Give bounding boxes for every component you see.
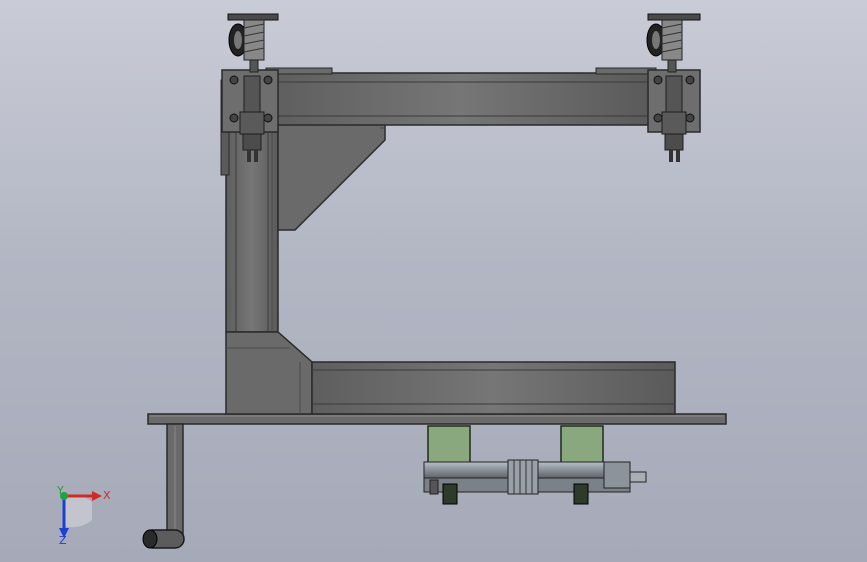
- base-plate: [147, 413, 727, 425]
- support-leg: [142, 423, 185, 549]
- right-toggle-clamp: [647, 69, 701, 162]
- orientation-triad: X Y Z: [56, 484, 111, 547]
- y-axis-label: Y: [56, 484, 64, 497]
- right-handwheel: [646, 13, 701, 73]
- cad-viewport[interactable]: X Y Z: [0, 0, 867, 562]
- pneumatic-cylinder: [423, 425, 647, 505]
- left-handwheel: [227, 13, 279, 73]
- model-drawing: X Y Z: [56, 13, 727, 549]
- x-axis-label: X: [103, 489, 111, 502]
- lower-gusset: [225, 331, 313, 415]
- upper-arm: [265, 67, 657, 126]
- upper-gusset: [277, 123, 386, 231]
- lower-arm: [311, 361, 676, 415]
- z-axis-label: Z: [59, 534, 67, 547]
